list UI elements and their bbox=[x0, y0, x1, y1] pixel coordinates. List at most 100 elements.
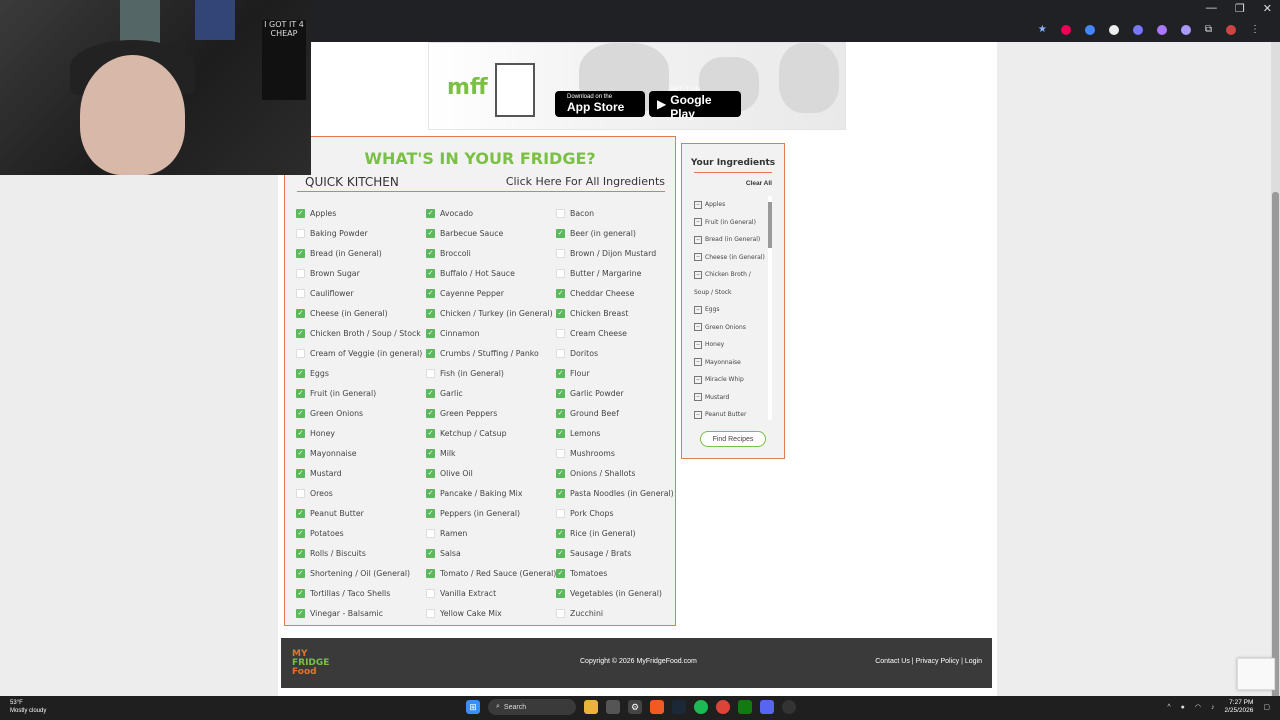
ingredient-checkbox-item[interactable]: ✓ Onions / Shallots bbox=[556, 463, 674, 483]
remove-icon[interactable]: − bbox=[694, 270, 702, 279]
ingredient-checkbox-item[interactable]: Brown / Dijon Mustard bbox=[556, 243, 674, 263]
checkbox[interactable] bbox=[426, 608, 435, 618]
notifications-icon[interactable]: ▢ bbox=[1263, 703, 1270, 711]
all-ingredients-link[interactable]: Click Here For All Ingredients bbox=[506, 175, 665, 188]
ingredient-checkbox-item[interactable]: Zucchini bbox=[556, 603, 674, 623]
extensions-puzzle-icon[interactable]: ⧉ bbox=[1205, 24, 1212, 35]
ingredient-checkbox-item[interactable]: Cauliflower bbox=[296, 283, 422, 303]
checkbox[interactable] bbox=[296, 268, 305, 278]
ingredient-checkbox-item[interactable]: ✓ Vegetables (in General) bbox=[556, 583, 674, 603]
ingredient-checkbox-item[interactable]: ✓ Olive Oil bbox=[426, 463, 556, 483]
ingredient-checkbox-item[interactable]: ✓ Ground Beef bbox=[556, 403, 674, 423]
checkbox[interactable]: ✓ bbox=[426, 268, 435, 278]
checkbox[interactable] bbox=[296, 488, 305, 498]
remove-icon[interactable]: − bbox=[694, 253, 702, 262]
chrome-icon[interactable] bbox=[716, 700, 730, 714]
checkbox[interactable]: ✓ bbox=[426, 288, 435, 298]
ingredient-checkbox-item[interactable]: Bacon bbox=[556, 203, 674, 223]
checkbox[interactable]: ✓ bbox=[426, 408, 435, 418]
checkbox[interactable]: ✓ bbox=[296, 388, 305, 398]
discord-icon[interactable] bbox=[760, 700, 774, 714]
file-explorer-icon[interactable] bbox=[584, 700, 598, 714]
checkbox[interactable]: ✓ bbox=[296, 428, 305, 438]
remove-icon[interactable]: − bbox=[694, 323, 702, 332]
chevron-up-icon[interactable]: ^ bbox=[1167, 704, 1170, 711]
brave-browser-icon[interactable] bbox=[650, 700, 664, 714]
restore-icon[interactable]: ❐ bbox=[1235, 2, 1245, 15]
ingredient-checkbox-item[interactable]: Ramen bbox=[426, 523, 556, 543]
ingredient-checkbox-item[interactable]: ✓ Chicken Broth / Soup / Stock bbox=[296, 323, 422, 343]
ingredient-checkbox-item[interactable]: Butter / Margarine bbox=[556, 263, 674, 283]
ingredient-checkbox-item[interactable]: Pork Chops bbox=[556, 503, 674, 523]
checkbox[interactable] bbox=[426, 368, 435, 378]
checkbox[interactable] bbox=[296, 348, 305, 358]
ingredient-checkbox-item[interactable]: ✓ Mustard bbox=[296, 463, 422, 483]
find-recipes-button[interactable]: Find Recipes bbox=[700, 431, 766, 447]
remove-icon[interactable]: − bbox=[694, 235, 702, 244]
ingredient-checkbox-item[interactable]: ✓ Pasta Noodles (in General) bbox=[556, 483, 674, 503]
menu-dots-icon[interactable]: ⋮ bbox=[1250, 24, 1260, 35]
ingredient-checkbox-item[interactable]: ✓ Beer (in general) bbox=[556, 223, 674, 243]
checkbox[interactable]: ✓ bbox=[296, 548, 305, 558]
extension-icon[interactable] bbox=[1156, 24, 1167, 35]
ingredient-checkbox-item[interactable]: ✓ Mayonnaise bbox=[296, 443, 422, 463]
steam-icon[interactable] bbox=[672, 700, 686, 714]
login-link[interactable]: Login bbox=[965, 658, 982, 665]
ingredient-checkbox-item[interactable]: ✓ Green Onions bbox=[296, 403, 422, 423]
checkbox[interactable] bbox=[426, 528, 435, 538]
checkbox[interactable] bbox=[556, 608, 565, 618]
checkbox[interactable]: ✓ bbox=[556, 408, 565, 418]
scrollbar-thumb[interactable] bbox=[1272, 192, 1279, 702]
extension-icon[interactable] bbox=[1084, 24, 1095, 35]
ingredient-checkbox-item[interactable]: ✓ Pancake / Baking Mix bbox=[426, 483, 556, 503]
ingredient-checkbox-item[interactable]: Brown Sugar bbox=[296, 263, 422, 283]
app-icon[interactable] bbox=[606, 700, 620, 714]
ingredient-checkbox-item[interactable]: Baking Powder bbox=[296, 223, 422, 243]
checkbox[interactable]: ✓ bbox=[426, 468, 435, 478]
checkbox[interactable]: ✓ bbox=[556, 368, 565, 378]
checkbox[interactable]: ✓ bbox=[426, 448, 435, 458]
ingredient-checkbox-item[interactable]: ✓ Peanut Butter bbox=[296, 503, 422, 523]
checkbox[interactable]: ✓ bbox=[556, 588, 565, 598]
app-store-button[interactable]: Download on the App Store bbox=[555, 91, 645, 117]
ingredient-checkbox-item[interactable]: ✓ Garlic bbox=[426, 383, 556, 403]
checkbox[interactable]: ✓ bbox=[426, 228, 435, 238]
ingredient-checkbox-item[interactable]: ✓ Fruit (in General) bbox=[296, 383, 422, 403]
ingredient-checkbox-item[interactable]: ✓ Ketchup / Catsup bbox=[426, 423, 556, 443]
checkbox[interactable]: ✓ bbox=[296, 588, 305, 598]
checkbox[interactable]: ✓ bbox=[296, 248, 305, 258]
checkbox[interactable] bbox=[426, 588, 435, 598]
checkbox[interactable]: ✓ bbox=[426, 248, 435, 258]
ingredient-checkbox-item[interactable]: ✓ Potatoes bbox=[296, 523, 422, 543]
remove-icon[interactable]: − bbox=[694, 375, 702, 384]
checkbox[interactable] bbox=[556, 348, 565, 358]
checkbox[interactable] bbox=[556, 448, 565, 458]
weather-widget[interactable]: 53°F Mostly cloudy bbox=[10, 699, 46, 715]
remove-icon[interactable]: − bbox=[694, 410, 702, 419]
checkbox[interactable]: ✓ bbox=[296, 508, 305, 518]
ingredient-checkbox-item[interactable]: ✓ Tortillas / Taco Shells bbox=[296, 583, 422, 603]
checkbox[interactable]: ✓ bbox=[556, 568, 565, 578]
ingredient-checkbox-item[interactable]: Yellow Cake Mix bbox=[426, 603, 556, 623]
checkbox[interactable]: ✓ bbox=[556, 288, 565, 298]
ingredient-checkbox-item[interactable]: ✓ Vinegar - Balsamic bbox=[296, 603, 422, 623]
xbox-icon[interactable] bbox=[738, 700, 752, 714]
ingredient-checkbox-item[interactable]: ✓ Garlic Powder bbox=[556, 383, 674, 403]
checkbox[interactable]: ✓ bbox=[296, 568, 305, 578]
ingredients-scrollbar[interactable] bbox=[768, 196, 772, 420]
ingredient-checkbox-item[interactable]: Vanilla Extract bbox=[426, 583, 556, 603]
checkbox[interactable]: ✓ bbox=[426, 488, 435, 498]
ingredient-checkbox-item[interactable]: ✓ Cinnamon bbox=[426, 323, 556, 343]
checkbox[interactable]: ✓ bbox=[296, 308, 305, 318]
recaptcha-badge[interactable] bbox=[1237, 658, 1275, 690]
ingredient-checkbox-item[interactable]: Mushrooms bbox=[556, 443, 674, 463]
ingredient-checkbox-item[interactable]: ✓ Salsa bbox=[426, 543, 556, 563]
checkbox[interactable] bbox=[296, 288, 305, 298]
footer-logo[interactable]: MY FRIDGE Food bbox=[292, 650, 329, 677]
checkbox[interactable]: ✓ bbox=[426, 308, 435, 318]
ingredient-checkbox-item[interactable]: ✓ Chicken Breast bbox=[556, 303, 674, 323]
microphone-icon[interactable]: ● bbox=[1181, 704, 1185, 711]
ingredient-checkbox-item[interactable]: ✓ Crumbs / Stuffing / Panko bbox=[426, 343, 556, 363]
checkbox[interactable]: ✓ bbox=[426, 568, 435, 578]
extension-icon[interactable] bbox=[1132, 24, 1143, 35]
